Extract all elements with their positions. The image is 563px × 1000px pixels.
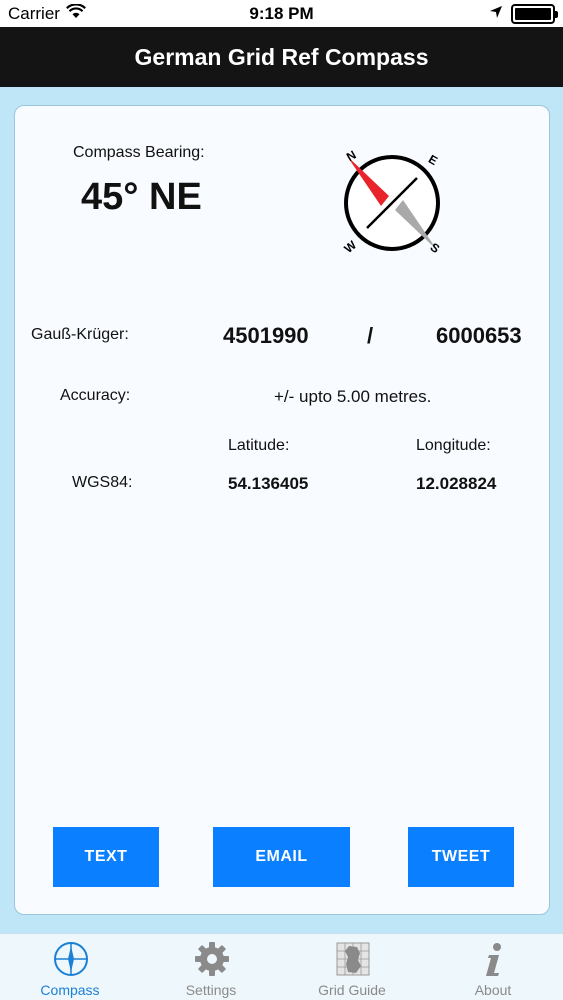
compass-letter-n: N [344,148,359,164]
wgs84-label: WGS84: [72,474,133,491]
tab-about-label: About [474,982,512,998]
compass-letter-w: W [341,237,359,255]
accuracy-value: +/- upto 5.00 metres. [274,387,432,406]
status-right [489,4,558,24]
info-card: Compass Bearing: 45° NE N E W S Gauß-Krü… [14,105,550,915]
tab-settings-label: Settings [185,982,237,998]
status-time: 9:18 PM [249,4,314,23]
tweet-button[interactable]: TWEET [408,827,514,887]
tab-grid-guide-label: Grid Guide [318,982,386,998]
gauss-kruger-easting: 4501990 [223,323,309,348]
gauss-kruger-separator: / [367,323,374,348]
text-button[interactable]: TEXT [53,827,159,887]
longitude-label: Longitude: [416,437,491,454]
latitude-label: Latitude: [228,437,290,454]
compass-rose-icon: N E W S [337,148,447,258]
longitude-value: 12.028824 [416,474,497,493]
info-icon [486,943,501,976]
bearing-value: 45° NE [81,176,202,218]
nav-bar: German Grid Ref Compass [0,27,563,87]
tab-about[interactable]: About [443,934,543,1000]
gear-icon [195,942,229,976]
status-bar: Carrier 9:18 PM [0,0,563,27]
latitude-value: 54.136405 [228,474,309,493]
location-arrow-icon [489,4,503,24]
page-title: German Grid Ref Compass [134,43,429,70]
tab-settings[interactable]: Settings [161,934,261,1000]
tab-compass[interactable]: Compass [20,934,120,1000]
grid-map-icon [336,942,370,976]
compass-icon [54,942,88,976]
tab-compass-label: Compass [40,982,100,998]
accuracy-label: Accuracy: [60,387,131,404]
email-button[interactable]: EMAIL [213,827,350,887]
gauss-kruger-northing: 6000653 [436,323,522,348]
tab-bar: Compass Settings Grid Guide About [0,933,563,1000]
battery-icon [511,4,558,24]
tab-grid-guide[interactable]: Grid Guide [302,934,402,1000]
compass-letter-e: E [426,152,440,168]
bearing-label: Compass Bearing: [73,144,205,161]
gauss-kruger-label: Gauß-Krüger: [31,326,129,343]
